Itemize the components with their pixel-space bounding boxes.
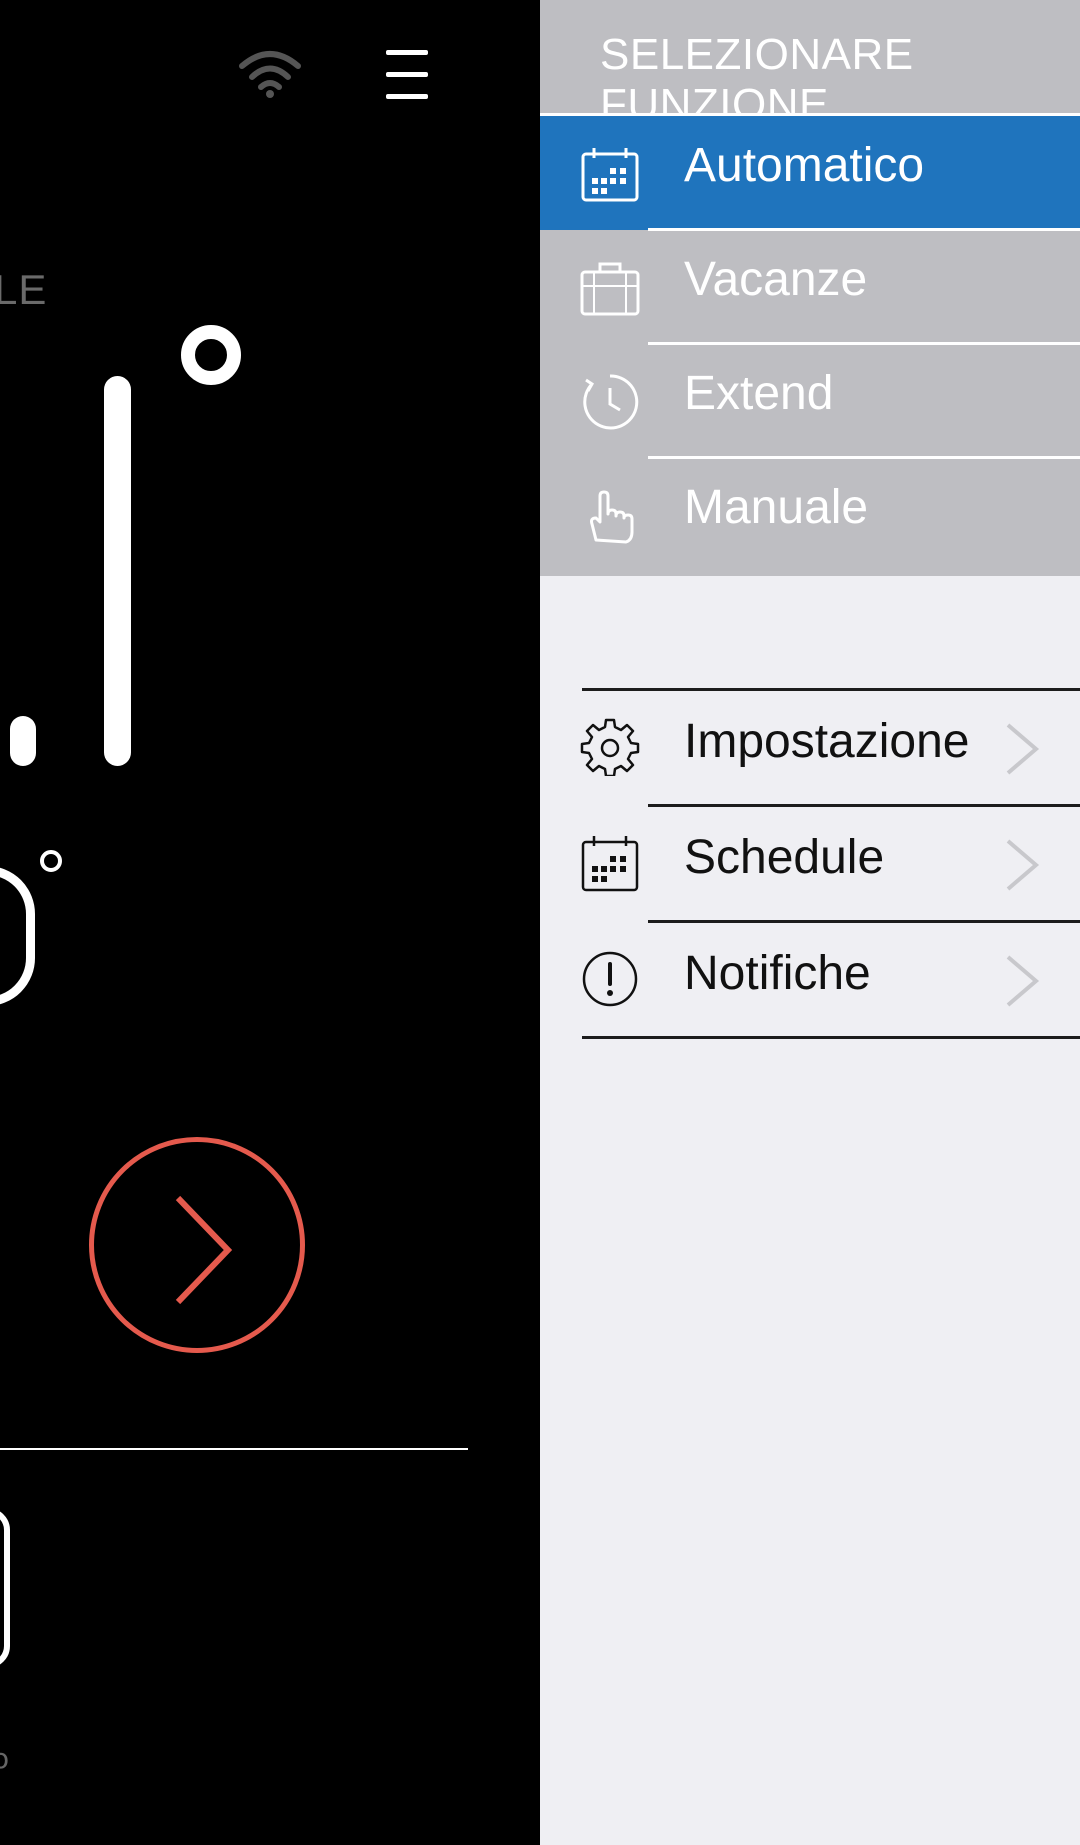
mode-label: Vacanze — [684, 253, 868, 306]
chevron-right-icon — [1006, 723, 1040, 775]
mode-list: Automatico Vacanze Extend Manuale — [540, 113, 1080, 576]
next-button[interactable] — [89, 1137, 305, 1353]
bottom-text: o — [0, 1742, 10, 1775]
degree-symbol — [181, 325, 241, 385]
alert-icon — [582, 951, 638, 1007]
calendar-icon — [581, 836, 639, 892]
calendar-icon — [581, 148, 639, 202]
mode-item-vacanze[interactable]: Vacanze — [540, 230, 1080, 344]
setpoint-digit — [0, 866, 35, 1006]
chevron-right-icon — [1006, 839, 1040, 891]
settings-item-schedule[interactable]: Schedule — [540, 806, 1080, 920]
degree-symbol-small — [40, 850, 62, 872]
settings-label: Schedule — [684, 831, 885, 884]
mode-item-automatico[interactable]: Automatico — [540, 116, 1080, 230]
settings-label: Impostazione — [684, 715, 970, 768]
wifi-icon — [239, 51, 301, 98]
hand-pointer-icon — [590, 490, 634, 544]
drawer-title: SELEZIONARE FUNZIONE — [600, 30, 914, 116]
function-drawer: SELEZIONARE FUNZIONE Automatico Vacanze … — [540, 0, 1080, 1845]
settings-label: Notifiche — [684, 947, 871, 1000]
hamburger-menu-icon[interactable] — [386, 48, 428, 100]
mode-label: LE — [0, 266, 48, 313]
mode-item-extend[interactable]: Extend — [540, 344, 1080, 458]
settings-item-notifiche[interactable]: Notifiche — [540, 922, 1080, 1036]
mode-label: Extend — [684, 367, 834, 420]
drawer-header: SELEZIONARE FUNZIONE — [540, 0, 1080, 116]
settings-item-impostazione[interactable]: Impostazione — [540, 690, 1080, 804]
thermostat-screen: LE o — [0, 0, 540, 1845]
suitcase-icon — [580, 262, 640, 316]
mode-label: Manuale — [684, 481, 869, 534]
bottom-control[interactable] — [0, 1508, 10, 1668]
divider — [0, 1448, 468, 1450]
mode-item-manuale[interactable]: Manuale — [540, 458, 1080, 572]
chevron-right-icon — [175, 1195, 233, 1305]
gear-icon — [580, 718, 640, 776]
chevron-right-icon — [1006, 955, 1040, 1007]
mode-label: Automatico — [684, 139, 925, 192]
clock-icon — [583, 374, 639, 430]
